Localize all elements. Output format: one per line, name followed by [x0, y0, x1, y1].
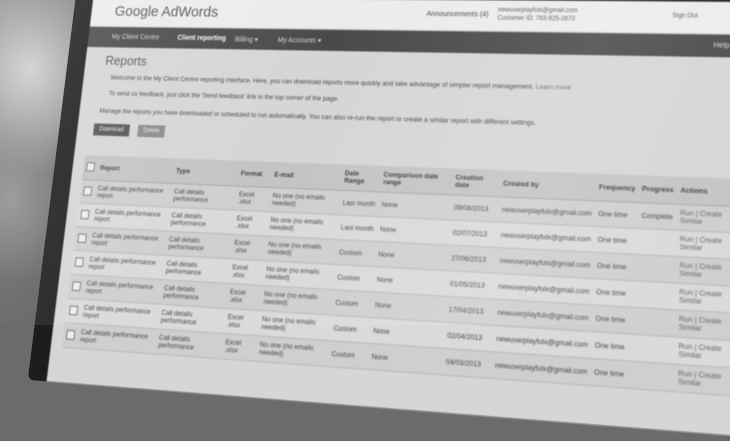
row-checkbox[interactable] — [68, 304, 79, 315]
cell-progress — [635, 307, 676, 337]
column-header[interactable]: Creation date — [451, 168, 501, 197]
row-checkbox[interactable] — [71, 280, 82, 291]
cell-report: Call details performance report — [93, 180, 173, 208]
cell-progress — [636, 280, 676, 310]
cell-progress — [634, 361, 675, 392]
welcome-message: Welcome to the My Client Centre reportin… — [110, 74, 534, 91]
cell-action[interactable]: Run | Create Similar — [676, 230, 730, 260]
column-header[interactable]: Progress — [638, 175, 678, 205]
cell-frequency: One time — [593, 252, 638, 281]
help-link[interactable]: Help — [713, 42, 729, 50]
cell-action[interactable]: Run | Create Similar — [675, 283, 730, 314]
cell-progress — [636, 254, 677, 284]
cell-comparison: None — [367, 343, 444, 375]
page-title: Reports — [104, 53, 148, 69]
sign-out-link[interactable]: Sign Out — [672, 13, 698, 20]
row-checkbox[interactable] — [83, 185, 93, 196]
cell-format: Excel .xlsx — [227, 258, 265, 286]
column-header[interactable]: Comparison date range — [379, 165, 453, 195]
cell-email: No one (no emails needed) — [268, 187, 341, 215]
row-checkbox[interactable] — [77, 232, 87, 243]
cell-format: Excel .xlsx — [234, 186, 271, 212]
cell-created: 17/04/2013 — [444, 296, 495, 326]
cell-created: 04/03/2013 — [441, 348, 493, 379]
adwords-logo[interactable]: Google AdWords — [114, 3, 219, 20]
cell-frequency: One time — [590, 331, 636, 362]
cell-range: Last month — [336, 214, 378, 242]
cell-frequency: One time — [593, 226, 638, 255]
cell-report: Call details performance report — [76, 323, 157, 354]
cell-range: Custom — [335, 239, 377, 267]
feedback-text: To send us feedback, just click the 'Sen… — [108, 90, 340, 103]
cell-by: newuserplayfulx@gmail.com — [491, 351, 591, 386]
nav-my-client-centre[interactable]: My Client Centre — [111, 34, 159, 41]
reports-table: Report Type Format E-mail Date Range Comparis… — [62, 155, 730, 397]
cell-created: 27/06/2013 — [447, 245, 497, 274]
column-header[interactable]: Report — [95, 155, 175, 184]
cell-type: Call details performance — [154, 328, 224, 359]
column-header[interactable]: Created by — [499, 170, 597, 201]
row-checkbox[interactable] — [65, 329, 76, 340]
cell-action[interactable]: Run | Create Similar — [674, 364, 730, 397]
customer-id: Customer ID: 783-925-2873 — [497, 15, 576, 23]
column-header[interactable]: Type — [172, 158, 240, 187]
nav-my-accounts[interactable]: My Accounts ▾ — [277, 36, 321, 45]
cell-range: Custom — [331, 289, 373, 318]
cell-type: Call details performance — [167, 207, 235, 235]
nav-client-reporting[interactable]: Client reporting — [177, 35, 226, 43]
nav-billing[interactable]: Billing ▾ — [235, 36, 259, 44]
cell-type: Call details performance — [164, 231, 233, 259]
cell-type: Call details performance — [169, 183, 237, 211]
main-content: Reports Welcome to the My Client Centre … — [46, 46, 730, 441]
laptop-screen: Google AdWords Announcements (4) newuser… — [46, 0, 730, 441]
cell-format: Excel .xlsx — [225, 283, 262, 311]
delete-button[interactable]: Delete — [137, 124, 166, 138]
cell-progress — [635, 334, 676, 365]
select-all-checkbox[interactable] — [85, 161, 96, 172]
cell-created: 09/08/2013 — [450, 194, 500, 223]
column-header[interactable]: E-mail — [270, 161, 343, 191]
cell-format: Excel .xlsx — [220, 333, 258, 362]
cell-format: Excel .xlsx — [232, 210, 269, 237]
row-checkbox[interactable] — [74, 256, 85, 267]
column-header[interactable]: Format — [236, 160, 273, 188]
cell-action[interactable]: Run | Create Similar — [675, 256, 730, 287]
cell-format: Excel .xlsx — [230, 234, 267, 261]
column-header[interactable]: Date Range — [340, 164, 382, 192]
column-header[interactable]: Actions — [676, 176, 730, 207]
cell-progress: Complete — [637, 202, 677, 231]
cell-frequency: One time — [591, 304, 637, 335]
cell-comparison: None — [377, 191, 452, 220]
cell-progress — [637, 228, 677, 257]
cell-frequency: One time — [590, 358, 636, 389]
cell-range: Custom — [333, 264, 375, 292]
announcements-link[interactable]: Announcements (4) — [426, 11, 488, 19]
cell-range: Custom — [327, 340, 370, 370]
cell-created: 02/07/2013 — [448, 219, 499, 248]
cell-created: 01/05/2013 — [446, 270, 496, 300]
manage-text: Manage the reports you have downloaded o… — [99, 107, 537, 128]
cell-email: No one (no emails needed) — [264, 236, 337, 265]
cell-action[interactable]: Run | Create Similar — [675, 309, 730, 341]
cell-action[interactable]: Run | Create Similar — [676, 204, 730, 234]
welcome-text: Welcome to the My Client Centre reportin… — [110, 75, 571, 92]
download-button[interactable]: Download — [92, 123, 130, 137]
laptop-bezel: Google AdWords Announcements (4) newuser… — [27, 0, 730, 441]
cell-format: Excel .xlsx — [223, 308, 260, 336]
cell-frequency: One time — [592, 278, 637, 308]
account-info[interactable]: newuserplayfulx@gmail.com Customer ID: 7… — [497, 6, 577, 23]
cell-range: Custom — [329, 315, 372, 344]
cell-comparison: None — [374, 241, 449, 271]
cell-range: Last month — [338, 190, 380, 217]
cell-email: No one (no emails needed) — [266, 211, 339, 240]
cell-email: No one (no emails needed) — [255, 335, 330, 367]
column-header[interactable]: Frequency — [595, 173, 639, 203]
cell-comparison: None — [376, 216, 451, 246]
row-checkbox[interactable] — [80, 209, 90, 219]
learn-more-link[interactable]: Learn more — [536, 84, 572, 92]
cell-frequency: One time — [594, 200, 639, 229]
cell-created: 02/04/2013 — [443, 322, 494, 352]
reports-table-body: Call details performance report Call deta… — [62, 179, 730, 397]
